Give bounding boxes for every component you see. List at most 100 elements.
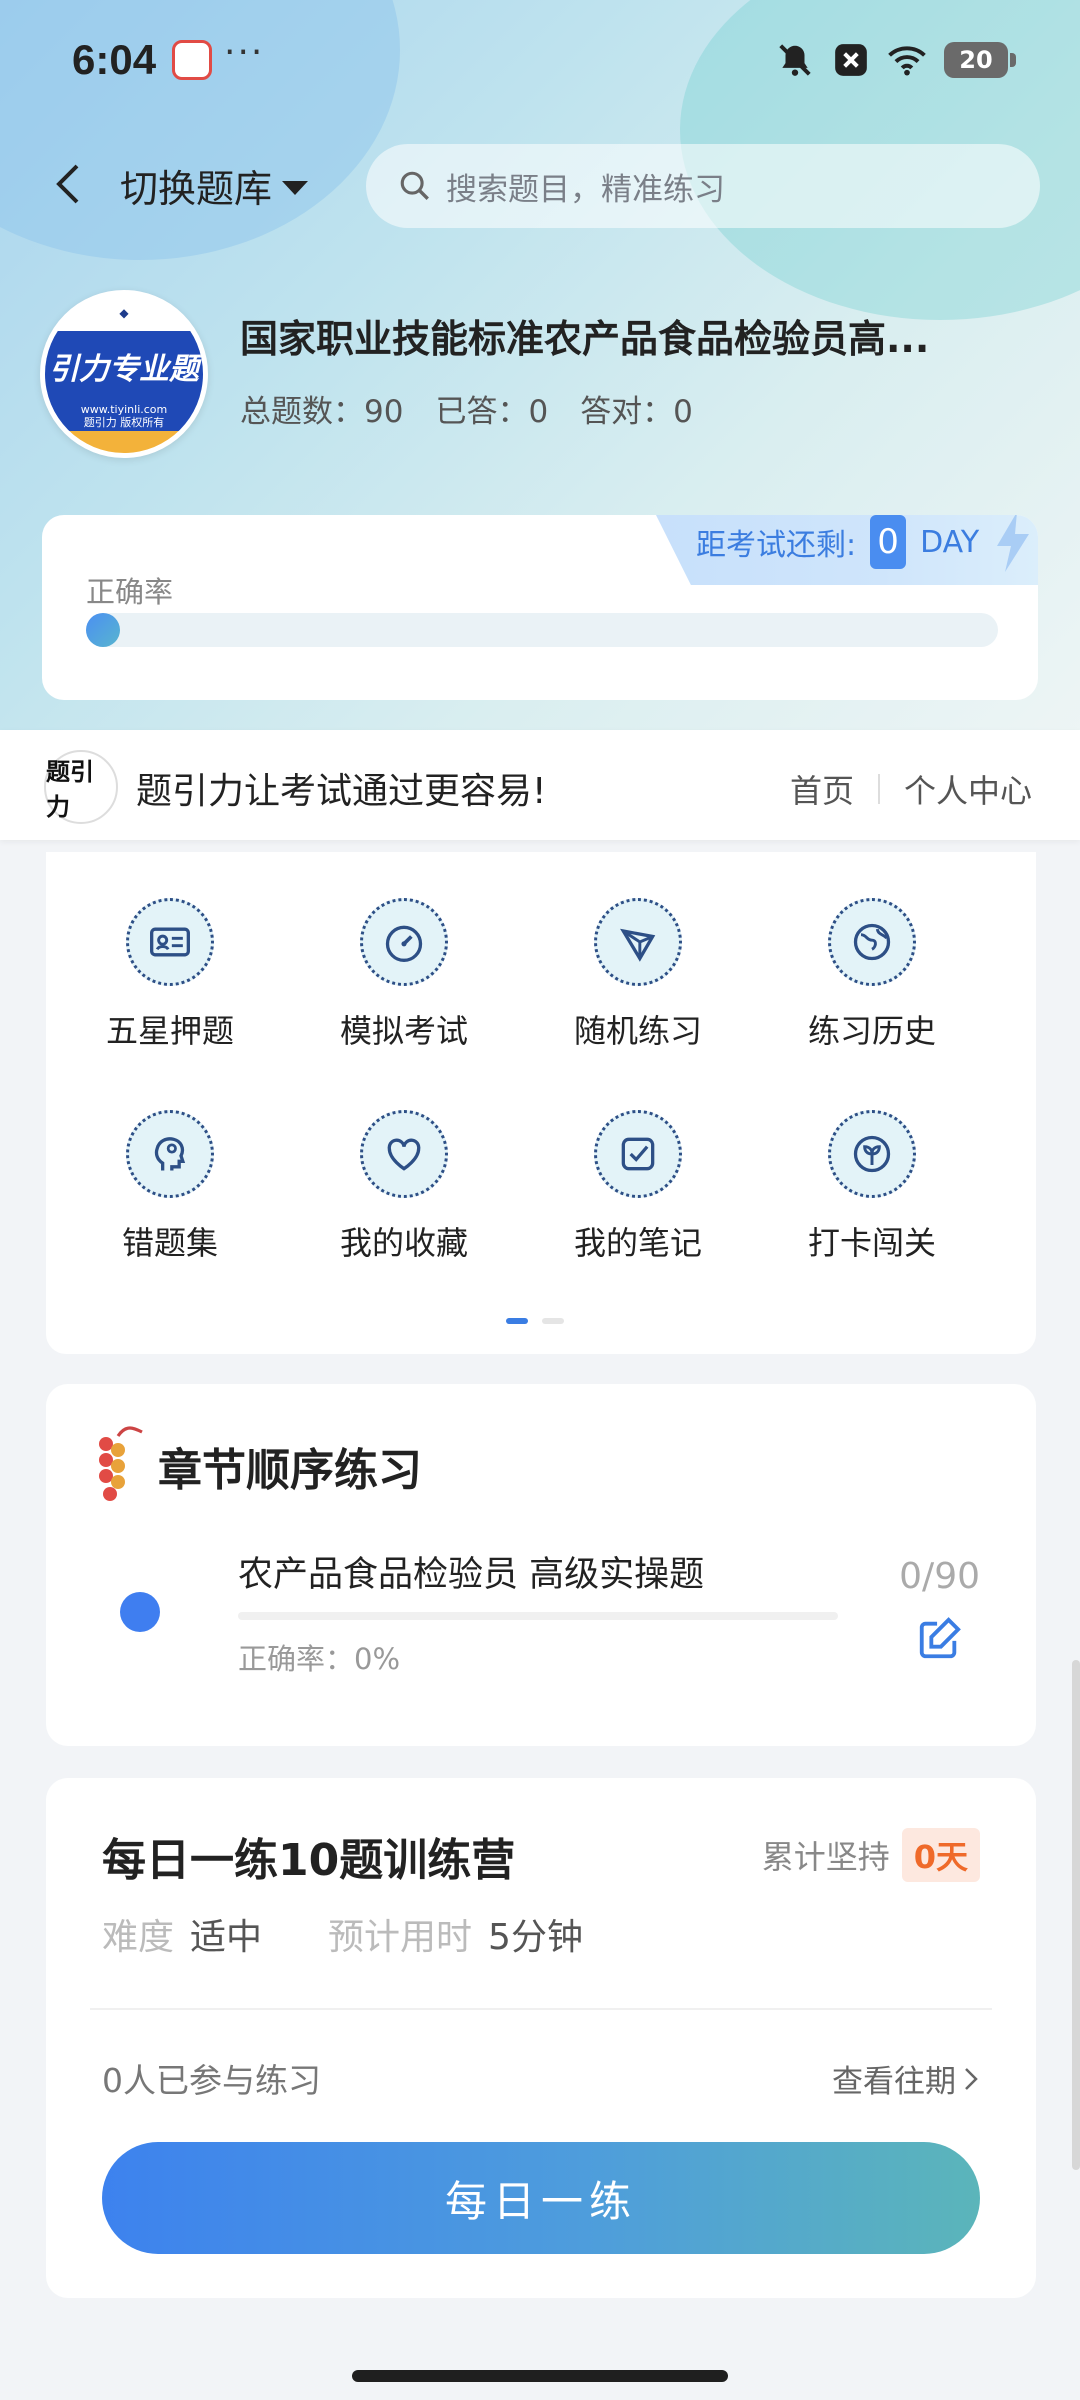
countdown-days: 0 [870,515,907,569]
feature-label: 模拟考试 [339,1012,468,1050]
home-link[interactable]: 首页 [790,766,854,812]
feature-notes[interactable]: 我的笔记 [528,1110,748,1290]
wifi-icon [888,46,926,76]
feature-favorites[interactable]: 我的收藏 [294,1110,514,1290]
app-notification-icon [172,40,212,80]
time-value: 5分钟 [488,1917,583,1958]
head-icon [126,1110,214,1198]
logo-caption: www.tiyinli.com 题引力 版权所有 [45,401,203,431]
chapter-title: 章节顺序练习 [158,1445,422,1496]
chapter-count: 0/90 [899,1556,980,1597]
home-indicator[interactable] [352,2370,728,2382]
feature-five-star[interactable]: 五星押题 [60,898,280,1078]
back-button[interactable] [40,156,96,212]
status-bar: 6:04 ··· 20 [0,0,1080,124]
total-count: 总题数：90 [240,394,404,430]
course-stats: 总题数：90 已答：0 答对：0 [240,386,693,431]
countdown-label: 距考试还剩: [696,528,857,563]
difficulty-key: 难度 [102,1917,175,1958]
feature-label: 打卡闯关 [807,1224,936,1262]
view-history-link[interactable]: 查看往期 [832,2056,980,2101]
brand-bar: 题引力 题引力让考试通过更容易! 首页 个人中心 [0,730,1080,840]
page-dot-active [506,1318,528,1324]
id-card-icon [126,898,214,986]
streak-label: 累计坚持 [761,1838,890,1876]
feature-mock-exam[interactable]: 模拟考试 [294,898,514,1078]
feature-check-in[interactable]: 打卡闯关 [762,1110,982,1290]
time-key: 预计用时 [328,1917,473,1958]
feature-label: 错题集 [121,1224,218,1262]
scrollbar[interactable] [1072,1660,1080,2170]
logo-brand-mark: ◆ [45,295,203,331]
network-icon [594,898,682,986]
daily-practice-button[interactable]: 每日一练 [102,2142,980,2254]
daily-streak: 累计坚持 0天 [762,1828,980,1882]
logo-url: www.tiyinli.com [80,403,168,416]
accuracy-card: 距考试还剩: 0 DAY 正确率 [42,515,1038,700]
lightning-icon [997,515,1030,572]
page-indicator [506,1318,564,1324]
chapter-practice-card: 章节顺序练习 农产品食品检验员 高级实操题 正确率：0% 0/90 [46,1384,1036,1746]
close-box-icon [835,44,867,76]
daily-practice-card: 每日一练10题训练营 累计坚持 0天 难度 适中 预计用时 5分钟 0人已参与练… [46,1778,1036,2298]
correct-count: 答对：0 [580,394,693,430]
switch-library-button[interactable]: 切换题库 [120,158,309,213]
search-icon [400,171,429,200]
chapter-progress-bar [238,1612,838,1620]
search-placeholder: 搜索题目，精准练习 [446,171,725,208]
feature-random-practice[interactable]: 随机练习 [528,898,748,1078]
chevron-left-icon [56,164,79,204]
daily-meta: 难度 适中 预计用时 5分钟 [102,1908,633,1960]
divider [877,774,880,804]
note-check-icon [594,1110,682,1198]
feature-label: 练习历史 [807,1012,936,1050]
feature-history[interactable]: 练习历史 [762,898,982,1078]
battery-icon: 20 [944,42,1016,78]
heart-icon [360,1110,448,1198]
mute-bell-icon [779,44,811,76]
view-history-label: 查看往期 [832,2064,956,2100]
feature-label: 我的收藏 [339,1224,468,1262]
firecracker-icon [99,1426,143,1501]
logo-band [45,431,203,453]
status-icons: 20 [776,38,1016,82]
brand-slogan: 题引力让考试通过更容易! [136,771,547,812]
brand-links: 首页 个人中心 [790,766,1032,812]
sprout-icon [828,1110,916,1198]
divider [90,2008,992,2010]
edit-icon[interactable] [916,1616,962,1662]
accuracy-label: 正确率 [86,575,174,609]
brand-logo: 题引力 [44,750,118,824]
feature-grid: 五星押题 模拟考试 随机练习 练习历史 错题集 我的收藏 我的笔记 打卡闯关 [46,852,1036,1354]
personal-center-link[interactable]: 个人中心 [904,766,1032,812]
status-time: 6:04 [72,36,157,83]
progress-indicator [86,613,120,647]
chapter-header: 章节顺序练习 [90,1424,422,1508]
chevron-right-icon [965,2067,978,2090]
streak-badge: 0天 [901,1828,980,1882]
chapter-name[interactable]: 农产品食品检验员 高级实操题 [238,1546,704,1597]
feature-label: 随机练习 [573,1012,702,1050]
caret-down-icon [282,180,309,195]
speedometer-icon [360,898,448,986]
answered-count: 已答：0 [435,394,549,430]
switch-library-label: 切换题库 [120,167,273,211]
countdown-unit: DAY [920,524,980,560]
exam-countdown: 距考试还剩: 0 DAY [648,515,1038,585]
chapter-status-dot [120,1592,160,1632]
top-navigation: 切换题库 搜索题目，精准练习 [0,140,1080,230]
course-title: 国家职业技能标准农产品食品检验员高... [240,317,930,361]
participants-count: 0人已参与练习 [102,2061,321,2100]
feature-wrong-questions[interactable]: 错题集 [60,1110,280,1290]
logo-copyright: 题引力 版权所有 [83,416,165,429]
course-logo: ◆ 引力专业题 www.tiyinli.com 题引力 版权所有 [40,290,208,458]
course-header: ◆ 引力专业题 www.tiyinli.com 题引力 版权所有 国家职业技能标… [40,290,1040,460]
feature-label: 五星押题 [105,1012,234,1050]
search-input[interactable]: 搜索题目，精准练习 [366,144,1040,228]
page-dot [542,1318,564,1324]
feature-label: 我的笔记 [573,1224,702,1262]
globe-icon [828,898,916,986]
logo-text: 引力专业题 [45,331,203,401]
difficulty-value: 适中 [190,1917,263,1958]
chapter-accuracy: 正确率：0% [238,1642,401,1676]
